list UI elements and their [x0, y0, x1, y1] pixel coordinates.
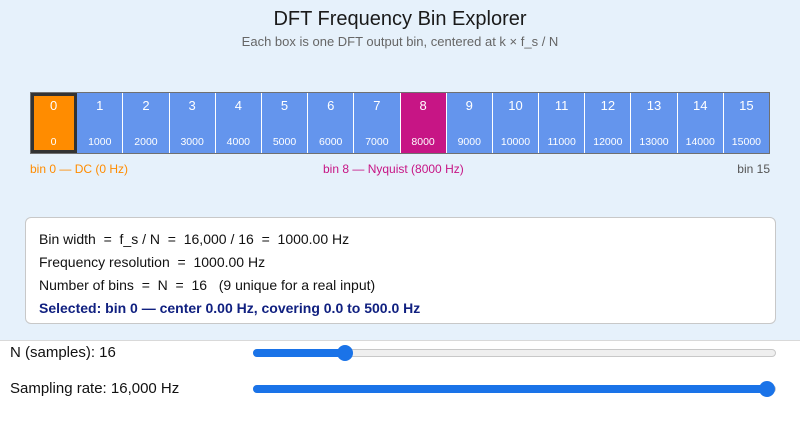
bin-index: 11 — [554, 98, 569, 113]
bin-index: 1 — [96, 98, 104, 113]
bin-13[interactable]: 13 13000 — [631, 93, 678, 153]
fs-label: Sampling rate: 16,000 Hz — [10, 380, 180, 397]
bin-2[interactable]: 2 2000 — [123, 93, 170, 153]
bin-strip: 0 0 1 1000 2 2000 3 3000 4 4000 5 5000 6 6000 7 7000 8 80… — [30, 92, 770, 154]
bin-8[interactable]: 8 8000 — [400, 93, 447, 153]
bin-frequency: 0 — [50, 136, 57, 148]
bin-15[interactable]: 15 15000 — [723, 93, 769, 153]
bin-1[interactable]: 1 1000 — [77, 93, 124, 153]
fs-control: Sampling rate: 16,000 Hz — [0, 372, 800, 408]
n-control: N (samples): 16 — [0, 336, 800, 372]
bin-frequency: 13000 — [639, 136, 669, 148]
bin-frequency: 11000 — [547, 136, 576, 148]
info-box: Bin width = f_s / N = 16,000 / 16 = 1000… — [25, 217, 776, 324]
bin-frequency: 14000 — [685, 136, 715, 148]
last-bin-label: bin 15 — [737, 162, 770, 176]
explorer-panel: DFT Frequency Bin Explorer Each box is o… — [0, 0, 800, 340]
dc-bin-label: bin 0 — DC (0 Hz) — [30, 162, 129, 176]
resolution-line: Frequency resolution = 1000.00 Hz — [39, 254, 266, 270]
bin-frequency: 7000 — [365, 136, 389, 148]
bin-5[interactable]: 5 5000 — [261, 93, 309, 153]
selected-bin-line: Selected: bin 0 — center 0.00 Hz, coveri… — [39, 300, 421, 316]
fs-slider-thumb[interactable] — [759, 381, 775, 397]
num-bins-line: Number of bins = N = 16 (9 unique for a … — [39, 277, 376, 293]
bin-index: 9 — [465, 98, 473, 113]
bin-3[interactable]: 3 3000 — [169, 93, 216, 153]
bin-4[interactable]: 4 4000 — [215, 93, 262, 153]
bin-frequency: 3000 — [180, 136, 204, 148]
bin-index: 15 — [739, 98, 754, 113]
bin-14[interactable]: 14 14000 — [677, 93, 724, 153]
bin-frequency: 10000 — [500, 136, 531, 148]
bin-index: 6 — [327, 98, 335, 113]
bin-index: 0 — [49, 98, 58, 113]
fs-slider-fill — [253, 385, 766, 393]
n-slider[interactable] — [253, 345, 776, 361]
bin-frequency: 9000 — [457, 136, 481, 148]
bin-index: 12 — [600, 98, 616, 113]
bin-frequency: 4000 — [226, 136, 251, 148]
bin-frequency: 12000 — [593, 136, 623, 148]
bin-index: 8 — [419, 98, 427, 113]
bin-frequency: 6000 — [319, 136, 343, 148]
bin-index: 4 — [234, 98, 242, 113]
bin-10[interactable]: 10 10000 — [492, 93, 540, 153]
bin-frequency: 5000 — [272, 136, 297, 148]
bin-frequency: 2000 — [134, 136, 158, 148]
bin-index: 14 — [692, 98, 708, 113]
bin-index: 7 — [373, 98, 381, 113]
bin-frequency: 1000 — [88, 136, 112, 148]
bin-12[interactable]: 12 12000 — [585, 93, 632, 153]
bin-9[interactable]: 9 9000 — [446, 93, 493, 153]
bin-frequency: 8000 — [411, 136, 435, 148]
bin-index: 13 — [646, 98, 662, 113]
bin-index: 3 — [188, 98, 196, 113]
page-subtitle: Each box is one DFT output bin, centered… — [241, 34, 559, 49]
bin-width-line: Bin width = f_s / N = 16,000 / 16 = 1000… — [39, 231, 350, 247]
bin-index: 10 — [508, 98, 523, 113]
bin-7[interactable]: 7 7000 — [354, 93, 401, 153]
bin-index: 2 — [142, 98, 150, 113]
nyquist-bin-label: bin 8 — Nyquist (8000 Hz) — [323, 162, 464, 176]
fs-slider[interactable] — [253, 381, 776, 397]
n-slider-thumb[interactable] — [337, 345, 354, 361]
n-slider-fill — [253, 349, 345, 357]
n-label: N (samples): 16 — [10, 344, 116, 361]
bin-index: 5 — [280, 98, 289, 113]
bin-11[interactable]: 11 11000 — [539, 93, 586, 153]
bin-6[interactable]: 6 6000 — [308, 93, 355, 153]
bin-0[interactable]: 00 — [31, 93, 78, 153]
page-title: DFT Frequency Bin Explorer — [273, 8, 527, 30]
bin-frequency: 15000 — [731, 136, 761, 148]
